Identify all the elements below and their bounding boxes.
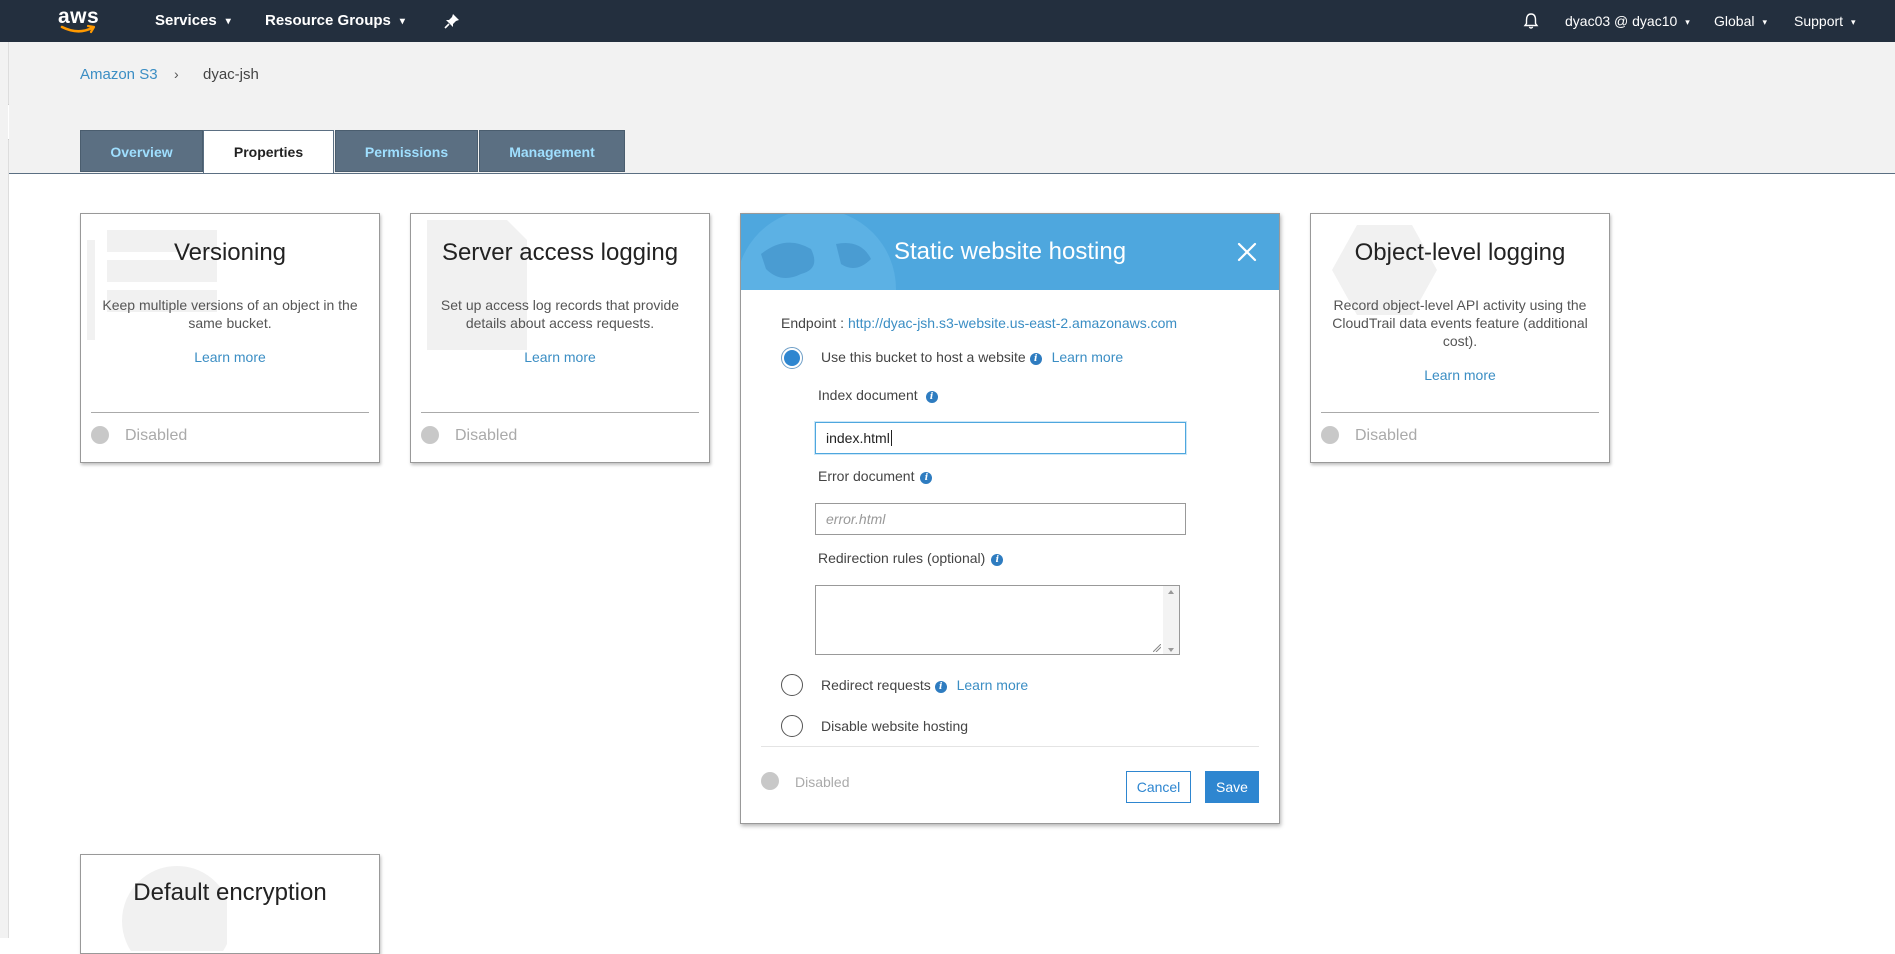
info-icon[interactable]: i (920, 472, 933, 484)
account-menu[interactable]: dyac03 @ dyac10 ▾ (1565, 0, 1690, 42)
services-label: Services (155, 12, 217, 29)
versioning-status: Disabled (125, 427, 188, 444)
tabs-underline (9, 173, 1895, 174)
dialog-title: Static website hosting (893, 238, 1127, 265)
error-document-input[interactable]: error.html (815, 503, 1186, 535)
resource-groups-label: Resource Groups (265, 12, 391, 29)
redirection-rules-row: Redirection rules (optional) i (818, 550, 1004, 566)
index-document-value: index.html (826, 430, 890, 446)
redirection-rules-textarea[interactable] (815, 585, 1180, 655)
redirect-requests-option: Redirect requests i Learn more (821, 677, 1028, 693)
endpoint-label: Endpoint : (781, 315, 848, 331)
redirection-rules-label: Redirection rules (optional) (818, 550, 986, 566)
tab-permissions[interactable]: Permissions (335, 130, 478, 172)
tab-management[interactable]: Management (479, 130, 625, 172)
hosting-status-indicator (761, 772, 779, 790)
dialog-footer-divider (761, 746, 1259, 747)
support-menu[interactable]: Support ▾ (1794, 0, 1856, 42)
aws-smile-icon (60, 24, 96, 34)
error-document-label: Error document (818, 468, 915, 484)
cancel-button[interactable]: Cancel (1126, 771, 1191, 803)
versioning-description: Keep multiple versions of an object in t… (102, 297, 358, 331)
versioning-status-indicator (91, 426, 109, 444)
chevron-down-icon: ▾ (399, 16, 405, 27)
versioning-card[interactable]: Versioning Keep multiple versions of an … (80, 213, 380, 463)
index-document-input[interactable]: index.html (815, 422, 1186, 454)
server-access-logging-status: Disabled (455, 427, 518, 444)
tab-overview[interactable]: Overview (80, 130, 203, 172)
object-level-logging-learn-more-link[interactable]: Learn more (1311, 367, 1609, 383)
endpoint-row: Endpoint : http://dyac-jsh.s3-website.us… (781, 315, 1177, 331)
resource-groups-menu[interactable]: Resource Groups ▾ (265, 0, 405, 42)
server-access-logging-learn-more-link[interactable]: Learn more (411, 349, 709, 365)
host-website-option: Use this bucket to host a website i Learn… (821, 349, 1123, 365)
text-cursor (890, 430, 892, 446)
breadcrumb-separator: › (174, 66, 179, 82)
object-level-logging-status-indicator (1321, 426, 1339, 444)
chevron-down-icon: ▾ (1762, 17, 1767, 27)
server-access-logging-description: Set up access log records that provide d… (440, 297, 680, 331)
redirect-requests-learn-more-link[interactable]: Learn more (957, 677, 1029, 693)
server-access-logging-card[interactable]: Server access logging Set up access log … (410, 213, 710, 463)
server-access-logging-title: Server access logging (441, 239, 679, 266)
breadcrumb-current-bucket: dyac-jsh (203, 66, 259, 83)
host-website-label: Use this bucket to host a website (821, 349, 1026, 365)
index-document-row: Index document i (818, 387, 938, 403)
host-website-learn-more-link[interactable]: Learn more (1052, 349, 1124, 365)
endpoint-url-link[interactable]: http://dyac-jsh.s3-website.us-east-2.ama… (848, 315, 1177, 331)
chevron-down-icon: ▾ (1851, 17, 1856, 27)
versioning-title: Versioning (173, 239, 287, 266)
top-navigation-bar: aws Services ▾ Resource Groups ▾ dyac03 @ … (0, 0, 1895, 42)
index-document-label: Index document (818, 387, 918, 403)
versioning-learn-more-link[interactable]: Learn more (81, 349, 379, 365)
pushpin-icon[interactable] (444, 13, 460, 29)
region-menu[interactable]: Global ▾ (1714, 0, 1767, 42)
bell-icon[interactable] (1522, 12, 1540, 30)
static-website-hosting-dialog: Static website hosting Endpoint : http:/… (740, 213, 1280, 824)
account-label: dyac03 @ dyac10 (1565, 13, 1678, 29)
versioning-divider (91, 412, 369, 413)
error-document-row: Error document i (818, 468, 933, 484)
scroll-arrows-icon (1168, 590, 1174, 652)
default-encryption-title: Default encryption (133, 879, 327, 906)
redirect-requests-radio[interactable] (781, 674, 803, 696)
disable-hosting-label: Disable website hosting (821, 718, 969, 734)
object-level-logging-title: Object-level logging (1354, 239, 1566, 266)
support-label: Support (1794, 13, 1844, 29)
dialog-header: Static website hosting (741, 214, 1279, 290)
close-icon[interactable] (1237, 242, 1257, 262)
aws-logo[interactable]: aws (58, 5, 102, 35)
redirect-requests-label: Redirect requests (821, 677, 931, 693)
host-website-radio[interactable] (781, 347, 803, 369)
resize-handle-icon[interactable] (1153, 644, 1161, 652)
side-panel-strip (0, 42, 9, 938)
object-level-logging-card[interactable]: Object-level logging Record object-level… (1310, 213, 1610, 463)
default-encryption-card[interactable]: Default encryption (80, 854, 380, 954)
region-label: Global (1714, 13, 1755, 29)
textarea-scrollbar[interactable] (1163, 586, 1179, 654)
server-access-logging-status-indicator (421, 426, 439, 444)
server-access-logging-divider (421, 412, 699, 413)
info-icon[interactable]: i (1029, 353, 1042, 365)
info-icon[interactable]: i (925, 391, 938, 403)
chevron-down-icon: ▾ (1685, 17, 1690, 27)
info-icon[interactable]: i (934, 681, 947, 693)
info-icon[interactable]: i (991, 554, 1004, 566)
tab-properties[interactable]: Properties (203, 130, 334, 174)
object-level-logging-divider (1321, 412, 1599, 413)
chevron-down-icon: ▾ (225, 16, 231, 27)
error-document-placeholder: error.html (826, 511, 886, 527)
hosting-status: Disabled (795, 774, 850, 790)
disable-hosting-radio[interactable] (781, 715, 803, 737)
breadcrumb-amazon-s3[interactable]: Amazon S3 (80, 66, 158, 83)
save-button[interactable]: Save (1205, 771, 1259, 803)
services-menu[interactable]: Services ▾ (155, 0, 231, 42)
object-level-logging-status: Disabled (1355, 427, 1418, 444)
object-level-logging-description: Record object-level API activity using t… (1332, 297, 1588, 349)
